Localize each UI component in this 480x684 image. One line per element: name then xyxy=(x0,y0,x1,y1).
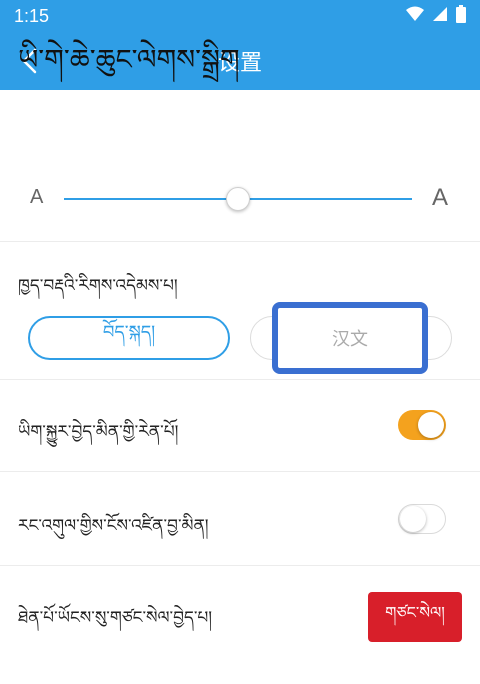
setting-push-toggle[interactable] xyxy=(398,410,446,440)
clear-cache-button[interactable]: གཙང་སེལ། xyxy=(368,592,462,642)
language-chinese-button[interactable]: 汉文 xyxy=(272,302,428,374)
font-size-small-label: A xyxy=(30,186,44,208)
setting-auto-label: རང་འགུལ་གྱིས་ངོས་འཛིན་བྱ་མིན། xyxy=(18,516,209,536)
setting-clear-label: ཐེན་པོ་ཡོངས་སུ་གཙང་སེལ་བྱེད་པ། xyxy=(18,608,213,628)
setting-auto-toggle[interactable] xyxy=(398,504,446,534)
language-label: ཁྱད་བརྡའི་རིགས་འདེམས་པ། xyxy=(18,276,178,296)
wifi-icon xyxy=(406,6,424,26)
setting-row-auto: རང་འགུལ་གྱིས་ངོས་འཛིན་བྱ་མིན། xyxy=(0,472,480,566)
status-time: 1:15 xyxy=(14,5,50,26)
font-size-large-label: A xyxy=(432,184,449,211)
system-icons xyxy=(406,5,466,27)
toggle-knob xyxy=(418,412,444,438)
language-tibetan-button[interactable]: བོད་སྐད། xyxy=(28,316,230,360)
font-size-slider-thumb[interactable] xyxy=(226,187,250,211)
battery-icon xyxy=(456,5,466,27)
font-size-title: ཡི་གེ་ཆེ་ཆུང་ལེགས་སྒྲིག xyxy=(18,43,240,76)
setting-row-clear: ཐེན་པོ་ཡོངས་སུ་གཙང་སེལ་བྱེད་པ། གཙང་སེལ། xyxy=(0,566,480,670)
setting-row-push: ཡིག་སྐྱུར་བྱེད་མིན་གྱི་རེན་པོ། xyxy=(0,380,480,472)
toggle-knob xyxy=(400,506,426,532)
font-size-section xyxy=(0,90,480,242)
signal-icon xyxy=(432,6,448,26)
setting-push-label: ཡིག་སྐྱུར་བྱེད་མིན་གྱི་རེན་པོ། xyxy=(18,422,179,442)
